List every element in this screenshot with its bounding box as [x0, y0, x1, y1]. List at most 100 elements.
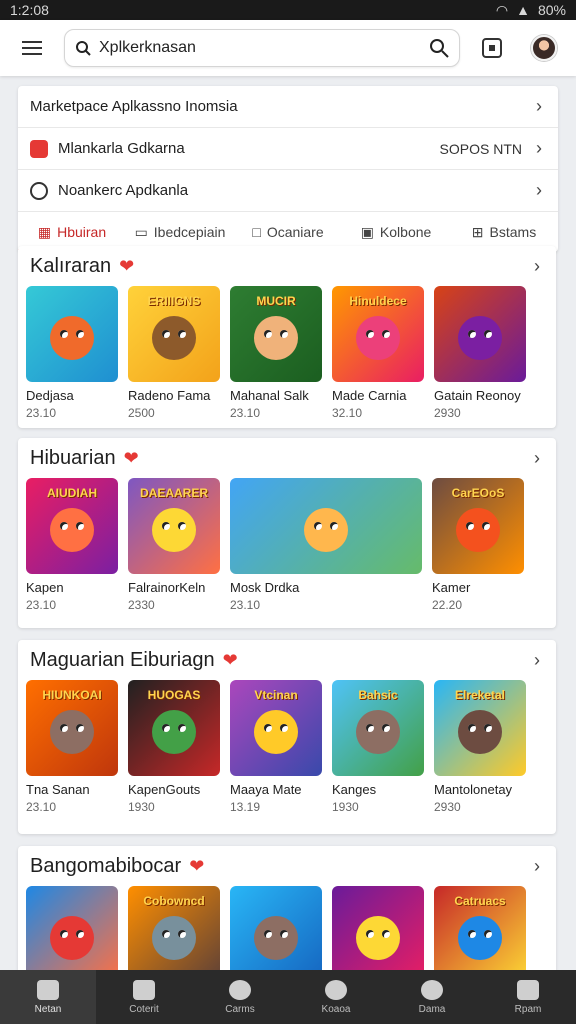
- avatar[interactable]: [531, 35, 557, 61]
- status-time: 1:2:08: [10, 2, 49, 18]
- hamburger-menu-icon[interactable]: [12, 28, 52, 68]
- app-icon-image: [434, 286, 526, 382]
- app-tile[interactable]: HIUNKOAI Tna Sanan 23.10: [26, 680, 118, 814]
- controller-icon: [421, 979, 443, 1000]
- home-icon: [37, 979, 59, 1000]
- menu-row-apps[interactable]: Noankerc Apdkanla ›: [18, 170, 558, 212]
- character-illustration: [254, 709, 298, 754]
- app-size: 23.10: [230, 406, 261, 420]
- app-tile[interactable]: Dedjasa 23.10: [26, 286, 118, 420]
- app-tile[interactable]: CarEOoS Kamer 22.20: [432, 478, 524, 612]
- chat-icon: ▭: [134, 223, 148, 240]
- app-size: 1930: [332, 800, 359, 814]
- scan-icon[interactable]: [472, 28, 512, 68]
- app-logo-text: AIUDIAH: [47, 486, 97, 500]
- app-name: Gatain Reonoy: [434, 388, 521, 403]
- app-icon-image: Catruacs: [434, 886, 526, 982]
- app-name: Mosk Drdka: [230, 580, 300, 595]
- section-header[interactable]: Maguarian Eiburiagn ❤ ›: [18, 640, 556, 680]
- category-list: Marketpace Aplkassno Inomsia › Mlankarla…: [18, 86, 558, 252]
- gift-icon: ⊞: [471, 223, 484, 240]
- search-bar[interactable]: Xplkerknasan: [64, 29, 460, 67]
- app-icon-image: DAEAARER: [128, 478, 220, 574]
- nav-profile[interactable]: Rpam: [480, 970, 576, 1024]
- box-icon: ▣: [360, 223, 374, 240]
- app-logo-text: ERIIIGNS: [147, 294, 201, 308]
- app-row: Dedjasa 23.10 ERIIIGNS Radeno Fama 2500 MUCIR…: [18, 286, 556, 420]
- character-illustration: [152, 315, 196, 360]
- nav-search[interactable]: Koaoa: [288, 970, 384, 1024]
- app-tile[interactable]: Elreketal Mantolonetay 2930: [434, 680, 526, 814]
- app-name: KapenGouts: [128, 782, 201, 797]
- character-illustration: [254, 915, 298, 960]
- app-icon-image: [332, 886, 424, 982]
- app-name: Made Carnia: [332, 388, 407, 403]
- character-illustration: [50, 507, 94, 552]
- app-size: 2930: [434, 800, 461, 814]
- nav-game[interactable]: Dama: [384, 970, 480, 1024]
- app-tile[interactable]: Vtcinan Maaya Mate 13.19: [230, 680, 322, 814]
- app-icon-image: Bahsic: [332, 680, 424, 776]
- chevron-right-icon: ›: [536, 96, 542, 116]
- section-header[interactable]: Bangomabibocar ❤ ›: [18, 846, 556, 886]
- app-tile[interactable]: Bahsic Kanges 1930: [332, 680, 424, 814]
- search-input[interactable]: Xplkerknasan: [99, 39, 421, 57]
- app-size: 32.10: [332, 406, 363, 420]
- character-illustration: [458, 915, 502, 960]
- app-size: 2330: [128, 598, 155, 612]
- app-tile[interactable]: HUOGAS KapenGouts 1930: [128, 680, 220, 814]
- chevron-right-icon[interactable]: ›: [530, 650, 544, 671]
- character-illustration: [152, 507, 196, 552]
- chevron-right-icon[interactable]: ›: [530, 448, 544, 469]
- character-illustration: [254, 315, 298, 360]
- app-row: AIUDIAH Kapen 23.10 DAEAARER FalrainorKeln 23…: [18, 478, 556, 612]
- section-2: Maguarian Eiburiagn ❤ › HIUNKOAI Tna Sana…: [18, 640, 556, 834]
- app-tile[interactable]: AIUDIAH Kapen 23.10: [26, 478, 118, 612]
- chevron-right-icon[interactable]: ›: [530, 856, 544, 877]
- section-header[interactable]: Hibuarian ❤ ›: [18, 438, 556, 478]
- app-icon-image: Cobowncd: [128, 886, 220, 982]
- app-size: 2930: [434, 406, 461, 420]
- chevron-right-icon[interactable]: ›: [530, 256, 544, 277]
- status-bar: 1:2:08 ◠ ▲ 80%: [0, 0, 576, 20]
- app-tile[interactable]: ERIIIGNS Radeno Fama 2500: [128, 286, 220, 420]
- app-size: 22.20: [432, 598, 463, 612]
- app-logo-text: Elreketal: [454, 688, 506, 702]
- app-name: Kapen: [26, 580, 64, 595]
- app-name: Mantolonetay: [434, 782, 513, 797]
- app-name: Radeno Fama: [128, 388, 211, 403]
- heart-icon: ❤: [119, 255, 135, 276]
- section-header[interactable]: Kalıraran ❤ ›: [18, 246, 556, 286]
- nav-home[interactable]: Netan: [0, 970, 96, 1024]
- app-tile[interactable]: Hinuldece Made Carnia 32.10: [332, 286, 424, 420]
- app-icon-image: Elreketal: [434, 680, 526, 776]
- heart-icon: ❤: [222, 649, 238, 670]
- app-logo-text: Vtcinan: [254, 688, 298, 702]
- menu-row-marketplace[interactable]: Marketpace Aplkassno Inomsia ›: [18, 86, 558, 128]
- app-tile[interactable]: Mosk Drdka 23.10: [230, 478, 422, 612]
- menu-row-store[interactable]: Mlankarla Gdkarna SOPOS NTN ›: [18, 128, 558, 170]
- app-size: 13.19: [230, 800, 261, 814]
- app-size: 23.10: [26, 800, 57, 814]
- app-icon-image: Hinuldece: [332, 286, 424, 382]
- app-logo-text: CarEOoS: [451, 486, 505, 500]
- menu-row-meta: SOPOS NTN: [439, 140, 522, 157]
- app-icon-image: HIUNKOAI: [26, 680, 118, 776]
- app-size: 2500: [128, 406, 155, 420]
- app-name: Mahanal Salk: [230, 388, 309, 403]
- search-nav-icon: [325, 979, 347, 1000]
- profile-icon: [517, 979, 539, 1000]
- app-tile[interactable]: MUCIR Mahanal Salk 23.10: [230, 286, 322, 420]
- app-tile[interactable]: Gatain Reonoy 2930: [434, 286, 526, 420]
- app-icon-image: [230, 478, 422, 574]
- store-icon: [30, 139, 48, 158]
- app-logo-text: HIUNKOAI: [42, 688, 102, 702]
- wifi-icon: ◠: [495, 1, 509, 18]
- character-illustration: [50, 915, 94, 960]
- search-icon: [76, 41, 91, 56]
- app-tile[interactable]: DAEAARER FalrainorKeln 2330: [128, 478, 220, 612]
- app-icon-image: AIUDIAH: [26, 478, 118, 574]
- nav-content[interactable]: Coterit: [96, 970, 192, 1024]
- nav-games[interactable]: Carms: [192, 970, 288, 1024]
- search-submit-icon[interactable]: [429, 38, 449, 58]
